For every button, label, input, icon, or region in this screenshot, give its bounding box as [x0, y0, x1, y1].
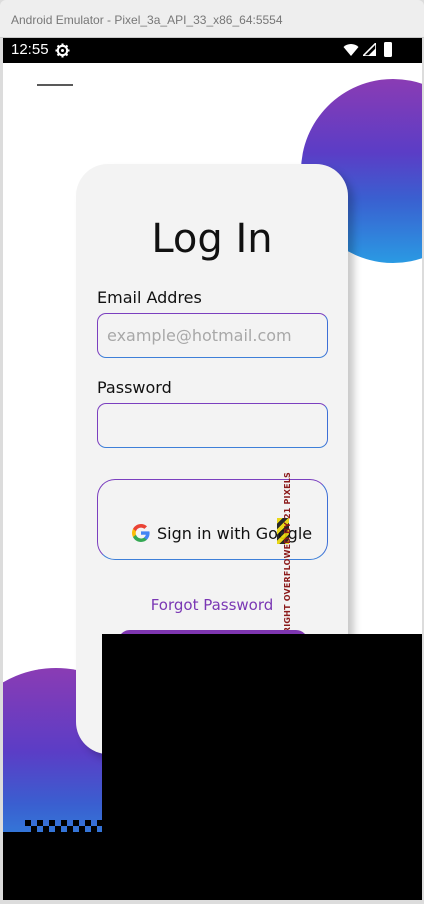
gear-icon [55, 43, 70, 58]
glitch-pattern [25, 820, 103, 832]
password-field[interactable] [97, 403, 328, 448]
email-label: Email Addres [97, 288, 202, 307]
status-bar: 12:55 [3, 38, 422, 63]
password-label: Password [97, 378, 172, 397]
status-time: 12:55 [11, 41, 49, 58]
google-sign-in-button[interactable]: Sign in with Google [97, 479, 328, 560]
window-title: Android Emulator - Pixel_3a_API_33_x86_6… [11, 13, 283, 27]
back-arrow-icon[interactable] [35, 82, 73, 88]
signal-icon [363, 43, 376, 56]
device-screen: 12:55 Log In Email Addres Password [3, 38, 422, 900]
rendering-glitch-bottom [3, 832, 422, 900]
battery-icon [384, 42, 392, 57]
google-logo-icon [132, 524, 150, 542]
page-title: Log In [151, 216, 273, 262]
emulator-titlebar: Android Emulator - Pixel_3a_API_33_x86_6… [0, 0, 424, 38]
wifi-icon [343, 44, 359, 56]
email-field[interactable] [97, 313, 328, 358]
forgot-password-link[interactable]: Forgot Password [76, 596, 348, 614]
